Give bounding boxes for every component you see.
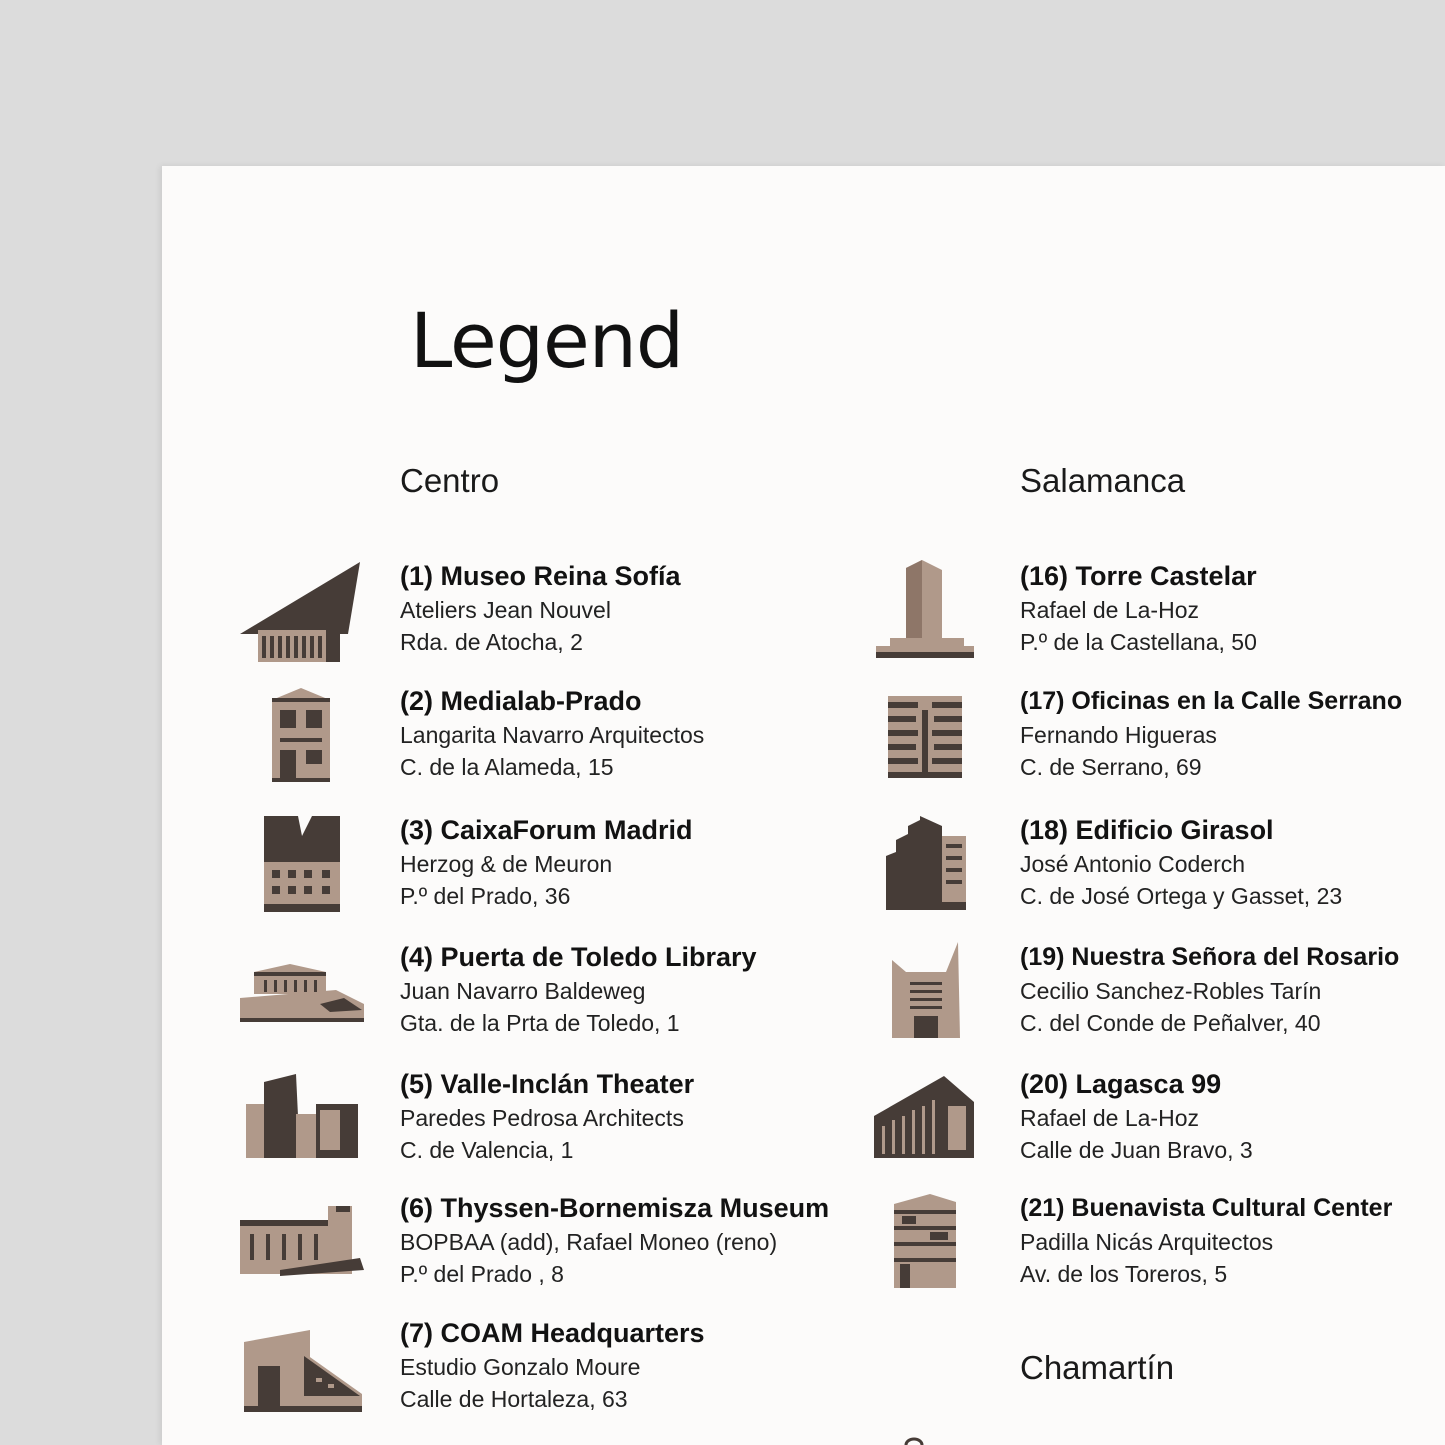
entry-address: C. de Valencia, 1	[400, 1137, 574, 1163]
legend-entry-4: (4) Puerta de Toledo Library Juan Navarr…	[400, 941, 757, 1039]
lagasca-building-icon	[874, 1076, 976, 1160]
partial-building-icon	[902, 1436, 926, 1445]
entry-address: C. de la Alameda, 15	[400, 754, 614, 780]
entry-architect: Juan Navarro Baldeweg	[400, 978, 646, 1004]
section-title-centro: Centro	[400, 462, 500, 499]
legend-entry-3: (3) CaixaForum Madrid Herzog & de Meuron…	[400, 814, 693, 912]
legend-entry-18: (18) Edificio Girasol José Antonio Coder…	[1020, 814, 1342, 912]
entry-architect: Estudio Gonzalo Moure	[400, 1354, 641, 1380]
entry-architect: Herzog & de Meuron	[400, 851, 613, 877]
legend-entry-21: (21) Buenavista Cultural Center Padilla …	[1020, 1192, 1392, 1290]
caixaforum-building-icon	[264, 816, 340, 912]
legend-entry-5: (5) Valle-Inclán Theater Paredes Pedrosa…	[400, 1068, 694, 1166]
entry-address: Gta. de la Prta de Toledo, 1	[400, 1010, 680, 1036]
legend-entry-16: (16) Torre Castelar Rafael de La-Hoz P.º…	[1020, 560, 1257, 658]
entry-name: (4) Puerta de Toledo Library	[400, 942, 757, 972]
entry-address: P.º de la Castellana, 50	[1020, 629, 1257, 655]
legend-entry-17: (17) Oficinas en la Calle Serrano Fernan…	[1020, 685, 1402, 783]
entry-architect: Ateliers Jean Nouvel	[400, 597, 611, 623]
entry-architect: Rafael de La-Hoz	[1020, 597, 1199, 623]
entry-architect: José Antonio Coderch	[1020, 851, 1246, 877]
entry-address: P.º del Prado , 8	[400, 1261, 564, 1287]
entry-address: Calle de Juan Bravo, 3	[1020, 1137, 1253, 1163]
entry-architect: Fernando Higueras	[1020, 722, 1217, 748]
section-title-salamanca: Salamanca	[1020, 462, 1186, 499]
entry-architect: Langarita Navarro Arquitectos	[400, 722, 705, 748]
entry-name: (5) Valle-Inclán Theater	[400, 1069, 695, 1099]
entry-address: C. del Conde de Peñalver, 40	[1020, 1010, 1321, 1036]
entry-name: (20) Lagasca 99	[1020, 1069, 1222, 1099]
legend-entry-2: (2) Medialab-Prado Langarita Navarro Arq…	[400, 685, 704, 783]
page-title: Legend	[410, 296, 684, 385]
entry-name: (2) Medialab-Prado	[400, 686, 642, 716]
legend-entry-19: (19) Nuestra Señora del Rosario Cecilio …	[1020, 941, 1399, 1039]
entry-architect: Cecilio Sanchez-Robles Tarín	[1020, 978, 1322, 1004]
legend-entry-6: (6) Thyssen-Bornemisza Museum BOPBAA (ad…	[400, 1192, 829, 1290]
entry-address: Rda. de Atocha, 2	[400, 629, 583, 655]
entry-name: (6) Thyssen-Bornemisza Museum	[400, 1193, 830, 1223]
entry-architect: Padilla Nicás Arquitectos	[1020, 1229, 1274, 1255]
entry-name: (16) Torre Castelar	[1020, 561, 1257, 591]
legend-entry-7: (7) COAM Headquarters Estudio Gonzalo Mo…	[400, 1317, 705, 1415]
entry-architect: BOPBAA (add), Rafael Moneo (reno)	[400, 1229, 778, 1255]
theater-building-icon	[246, 1074, 358, 1160]
coam-building-icon	[240, 1330, 364, 1414]
entry-address: P.º del Prado, 36	[400, 883, 571, 909]
entry-name: (1) Museo Reina Sofía	[400, 561, 681, 591]
entry-name: (19) Nuestra Señora del Rosario	[1020, 943, 1400, 971]
entry-address: Calle de Hortaleza, 63	[400, 1386, 628, 1412]
entry-name: (17) Oficinas en la Calle Serrano	[1020, 687, 1403, 715]
entry-architect: Paredes Pedrosa Architects	[400, 1105, 684, 1131]
entry-address: Av. de los Toreros, 5	[1020, 1261, 1228, 1287]
entry-name: (7) COAM Headquarters	[400, 1318, 705, 1348]
buenavista-building-icon	[890, 1194, 960, 1290]
rosario-church-icon	[892, 942, 960, 1040]
medialab-building-icon	[268, 688, 334, 782]
reina-sofia-building-icon	[240, 560, 364, 664]
serrano-offices-building-icon	[888, 696, 962, 778]
thyssen-building-icon	[240, 1206, 364, 1278]
library-building-icon	[240, 964, 364, 1026]
entry-name: (3) CaixaForum Madrid	[400, 815, 693, 845]
entry-name: (21) Buenavista Cultural Center	[1020, 1194, 1393, 1222]
entry-address: C. de Serrano, 69	[1020, 754, 1202, 780]
section-title-chamartin: Chamartín	[1020, 1349, 1175, 1386]
legend-sheet: Legend Centro Salamanca Chamartín (1) Mu…	[162, 166, 1445, 1445]
entry-address: C. de José Ortega y Gasset, 23	[1020, 883, 1343, 909]
entry-name: (18) Edificio Girasol	[1020, 815, 1274, 845]
girasol-building-icon	[886, 816, 966, 912]
torre-castelar-building-icon	[876, 560, 974, 660]
legend-entry-20: (20) Lagasca 99 Rafael de La-Hoz Calle d…	[1020, 1068, 1253, 1166]
entry-architect: Rafael de La-Hoz	[1020, 1105, 1199, 1131]
legend-entry-1: (1) Museo Reina Sofía Ateliers Jean Nouv…	[400, 560, 681, 658]
